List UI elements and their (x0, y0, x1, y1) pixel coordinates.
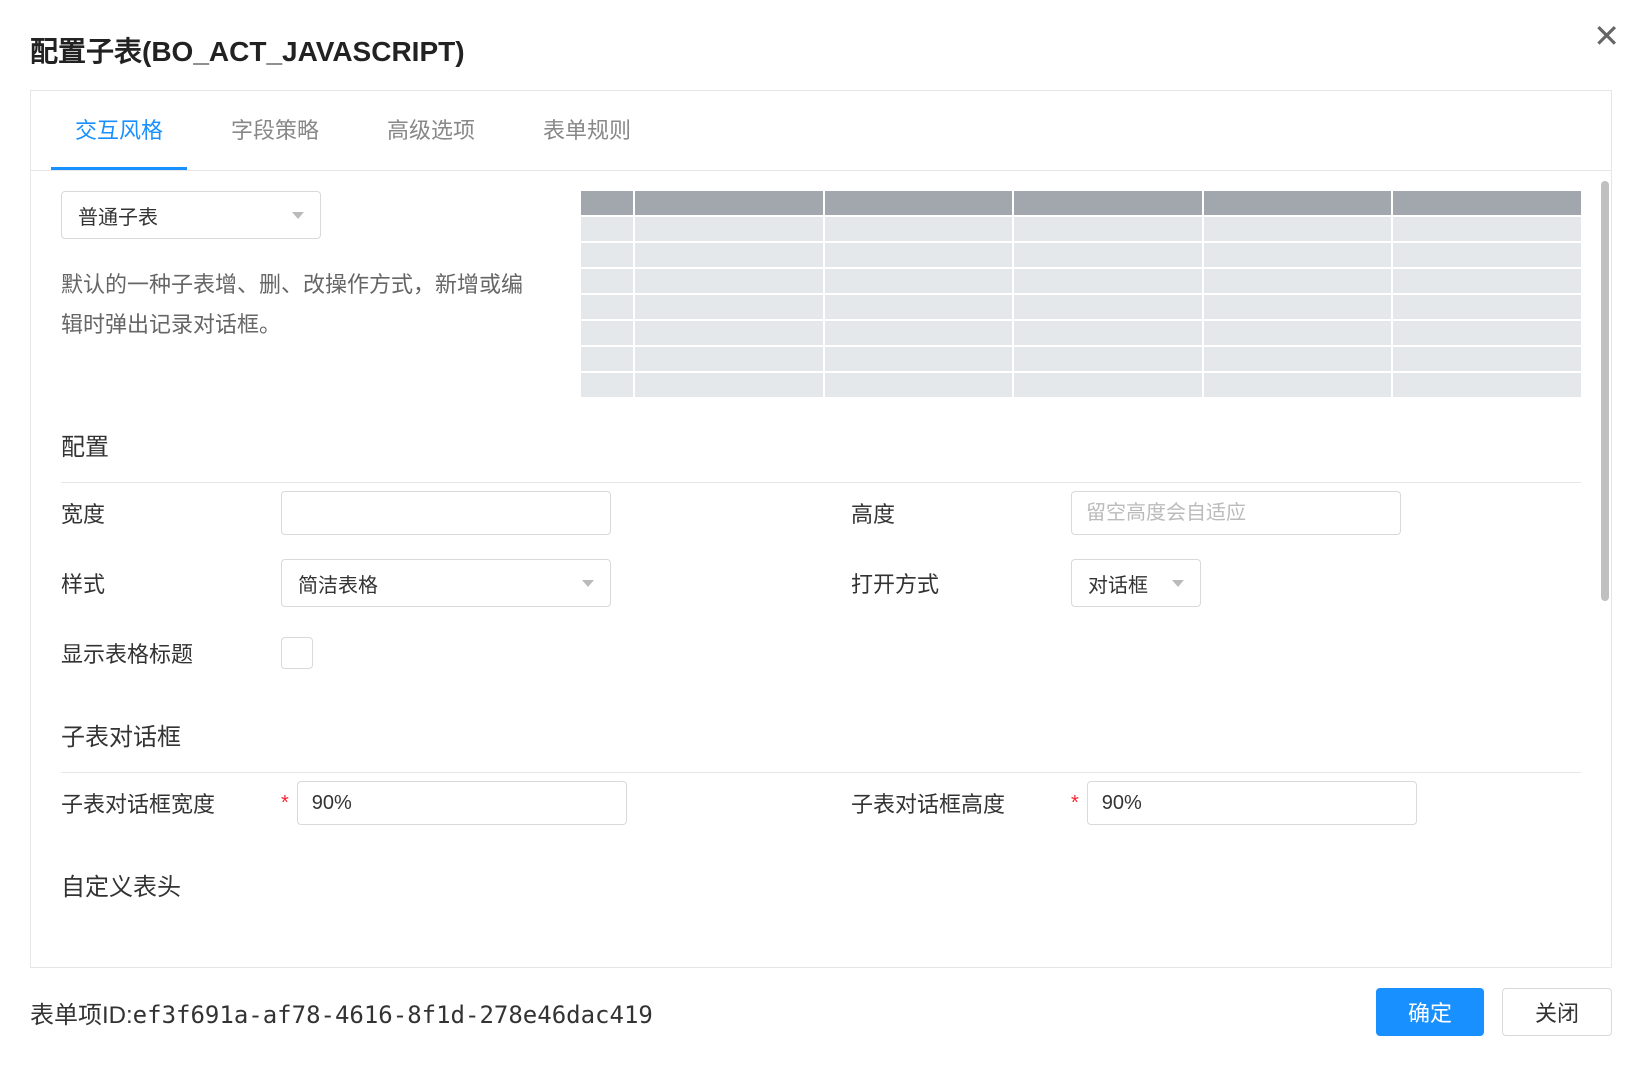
subtable-type-select[interactable]: 普通子表 (61, 191, 321, 239)
row-style: 样式 简洁表格 (61, 559, 791, 607)
row-height: 高度 (851, 489, 1581, 537)
modal-header: 配置子表(BO_ACT_JAVASCRIPT) ✕ (0, 0, 1642, 70)
select-style[interactable]: 简洁表格 (281, 559, 611, 607)
row-dlg-height: 子表对话框高度 * (851, 779, 1581, 827)
confirm-button[interactable]: 确定 (1376, 988, 1484, 1036)
modal-body: 交互风格 字段策略 高级选项 表单规则 普通子表 默认的一种子表增、删、改操作方… (30, 90, 1612, 968)
select-open-mode-value: 对话框 (1088, 569, 1148, 598)
tab-field-strategy[interactable]: 字段策略 (207, 91, 343, 170)
row-width: 宽度 (61, 489, 791, 537)
required-marker: * (281, 792, 289, 815)
section-title-config: 配置 (61, 427, 1581, 483)
config-form: 宽度 高度 样式 简洁表格 打开方式 对话框 (61, 489, 1581, 677)
section-title-custom-header: 自定义表头 (61, 867, 1581, 902)
close-button[interactable]: 关闭 (1502, 988, 1612, 1036)
chevron-down-icon (582, 580, 594, 587)
modal-title: 配置子表(BO_ACT_JAVASCRIPT) (30, 30, 465, 70)
form-item-id-label: 表单项ID: (30, 1002, 133, 1029)
chevron-down-icon (1172, 580, 1184, 587)
input-width[interactable] (281, 491, 611, 535)
input-dlg-height[interactable] (1087, 781, 1417, 825)
subtable-type-section: 普通子表 默认的一种子表增、删、改操作方式，新增或编辑时弹出记录对话框。 (61, 191, 1581, 397)
modal-dialog: 配置子表(BO_ACT_JAVASCRIPT) ✕ 交互风格 字段策略 高级选项… (0, 0, 1642, 1066)
subtable-preview (581, 191, 1581, 397)
checkbox-show-title[interactable] (281, 637, 313, 669)
section-title-dialog: 子表对话框 (61, 717, 1581, 773)
label-width: 宽度 (61, 497, 281, 529)
subtable-type-left: 普通子表 默认的一种子表增、删、改操作方式，新增或编辑时弹出记录对话框。 (61, 191, 541, 397)
form-item-id: 表单项ID:ef3f691a-af78-4616-8f1d-278e46dac4… (30, 995, 653, 1030)
form-item-id-value: ef3f691a-af78-4616-8f1d-278e46dac419 (133, 1001, 653, 1029)
row-dlg-width: 子表对话框宽度 * (61, 779, 791, 827)
scrollbar[interactable] (1601, 181, 1609, 601)
subtable-type-value: 普通子表 (78, 201, 158, 230)
footer-buttons: 确定 关闭 (1376, 988, 1612, 1036)
input-dlg-width[interactable] (297, 781, 627, 825)
input-height[interactable] (1071, 491, 1401, 535)
tabs-bar: 交互风格 字段策略 高级选项 表单规则 (31, 91, 1611, 171)
select-style-value: 简洁表格 (298, 569, 378, 598)
label-height: 高度 (851, 497, 1071, 529)
dialog-form: 子表对话框宽度 * 子表对话框高度 * (61, 779, 1581, 827)
modal-footer: 表单项ID:ef3f691a-af78-4616-8f1d-278e46dac4… (0, 968, 1642, 1066)
subtable-type-description: 默认的一种子表增、删、改操作方式，新增或编辑时弹出记录对话框。 (61, 265, 541, 344)
chevron-down-icon (292, 212, 304, 219)
row-show-title: 显示表格标题 (61, 629, 791, 677)
label-open-mode: 打开方式 (851, 567, 1071, 599)
tab-form-rules[interactable]: 表单规则 (519, 91, 655, 170)
label-dlg-height: 子表对话框高度 (851, 787, 1071, 819)
row-open-mode: 打开方式 对话框 (851, 559, 1581, 607)
close-icon[interactable]: ✕ (1593, 20, 1620, 52)
tab-content: 普通子表 默认的一种子表增、删、改操作方式，新增或编辑时弹出记录对话框。 (31, 171, 1611, 967)
label-style: 样式 (61, 567, 281, 599)
tab-interaction-style[interactable]: 交互风格 (51, 91, 187, 170)
label-dlg-width: 子表对话框宽度 (61, 787, 281, 819)
tab-advanced-options[interactable]: 高级选项 (363, 91, 499, 170)
select-open-mode[interactable]: 对话框 (1071, 559, 1201, 607)
required-marker: * (1071, 792, 1079, 815)
label-show-title: 显示表格标题 (61, 637, 281, 669)
